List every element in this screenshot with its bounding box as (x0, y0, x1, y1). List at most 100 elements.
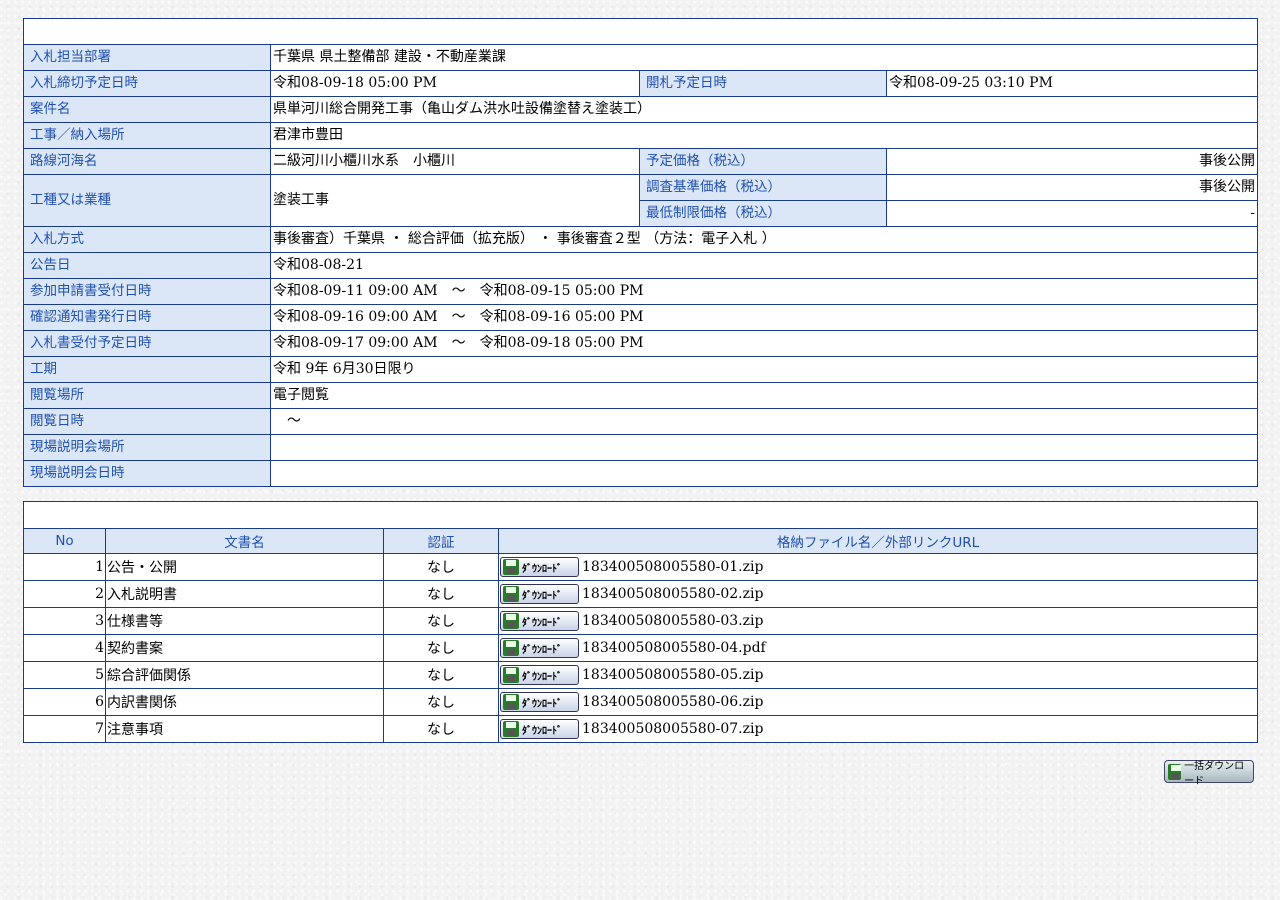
floppy-disk-icon (503, 559, 519, 575)
doc-file-cell: ﾀﾞｳﾝﾛｰﾄﾞ 183400508005580-06.zip (498, 688, 1258, 716)
doc-auth: なし (383, 661, 499, 689)
place-label: 工事／納入場所 (23, 122, 271, 149)
doc-no: 3 (23, 607, 106, 635)
period-label: 工期 (23, 356, 271, 383)
site-date-label: 現場説明会日時 (23, 460, 271, 487)
download-label: ﾀﾞｳﾝﾛｰﾄﾞ (522, 617, 562, 629)
col-header-name: 文書名 (105, 528, 384, 554)
download-button[interactable]: ﾀﾞｳﾝﾛｰﾄﾞ (500, 611, 579, 631)
table-row: 2 入札説明書 なし ﾀﾞｳﾝﾛｰﾄﾞ 183400508005580-02.zip (23, 580, 1258, 608)
download-button[interactable]: ﾀﾞｳﾝﾛｰﾄﾞ (500, 692, 579, 712)
floppy-disk-icon (503, 721, 519, 737)
confirm-value: 令和08-09-16 09:00 AM ～ 令和08-09-16 05:00 P… (269, 304, 1259, 331)
doc-auth: なし (383, 607, 499, 635)
download-label: ﾀﾞｳﾝﾛｰﾄﾞ (522, 563, 562, 575)
doc-name: 公告・公開 (105, 553, 384, 581)
table-row: 1 公告・公開 なし ﾀﾞｳﾝﾛｰﾄﾞ 183400508005580-01.zip (23, 553, 1258, 581)
doc-auth: なし (383, 688, 499, 716)
opening-value: 令和08-09-25 03:10 PM (885, 70, 1259, 97)
documents-table: 説明文書等 No 文書名 認証 格納ファイル名／外部リンクURL 1 公告・公開な… (23, 501, 1258, 743)
notice-label: 公告日 (23, 252, 271, 279)
bulk-download-label: 一括ダウンロード (1184, 760, 1245, 787)
method-value: 事後審査）千葉県 ・ 総合評価（拡充版） ・ 事後審査２型 （方法：電子入札 ） (269, 226, 1259, 253)
doc-file-cell: ﾀﾞｳﾝﾛｰﾄﾞ 183400508005580-02.zip (498, 580, 1258, 608)
apply-value: 令和08-09-11 09:00 AM ～ 令和08-09-15 05:00 P… (269, 278, 1259, 305)
type-value: 塗装工事 (270, 174, 640, 227)
bid-value: 令和08-09-17 09:00 AM ～ 令和08-09-18 05:00 P… (269, 330, 1259, 357)
view-place-label: 閲覧場所 (23, 382, 271, 409)
download-label: ﾀﾞｳﾝﾛｰﾄﾞ (522, 725, 562, 737)
survey-price-label: 調査基準価格（税込） (639, 174, 887, 201)
doc-name: 契約書案 (105, 634, 384, 662)
floppy-disk-icon (503, 694, 519, 710)
place-value: 君津市豊田 (269, 122, 1259, 149)
view-date-value: ～ (269, 408, 1259, 435)
download-button[interactable]: ﾀﾞｳﾝﾛｰﾄﾞ (500, 557, 579, 577)
deadline-label: 入札締切予定日時 (23, 70, 271, 97)
planned-price-label: 予定価格（税込） (639, 148, 887, 175)
file-name: 183400508005580-03.zip (582, 613, 764, 629)
doc-auth: なし (383, 580, 499, 608)
opening-label: 開札予定日時 (639, 70, 887, 97)
download-button[interactable]: ﾀﾞｳﾝﾛｰﾄﾞ (500, 719, 579, 739)
doc-file-cell: ﾀﾞｳﾝﾛｰﾄﾞ 183400508005580-07.zip (498, 715, 1258, 743)
route-value: 二級河川小櫃川水系 小櫃川 (270, 148, 640, 175)
file-name: 183400508005580-01.zip (582, 559, 764, 575)
download-label: ﾀﾞｳﾝﾛｰﾄﾞ (522, 698, 562, 710)
table-row: 7 注意事項 なし ﾀﾞｳﾝﾛｰﾄﾞ 183400508005580-07.zip (23, 715, 1258, 743)
view-place-value: 電子閲覧 (269, 382, 1259, 409)
download-button[interactable]: ﾀﾞｳﾝﾛｰﾄﾞ (500, 665, 579, 685)
doc-no: 4 (23, 634, 106, 662)
min-price-label: 最低制限価格（税込） (639, 200, 887, 227)
project-label: 案件名 (23, 96, 271, 123)
documents-rows: 1 公告・公開 なし ﾀﾞｳﾝﾛｰﾄﾞ 183400508005580-01.zip 2 入… (23, 553, 1258, 743)
col-header-auth: 認証 (383, 528, 499, 554)
doc-no: 2 (23, 580, 106, 608)
doc-name: 内訳書関係 (105, 688, 384, 716)
floppy-disk-icon (503, 586, 519, 602)
bulk-download-button[interactable]: 一括ダウンロード (1164, 760, 1254, 787)
doc-no: 1 (23, 553, 106, 581)
table-row: 3 仕様書等 なし ﾀﾞｳﾝﾛｰﾄﾞ 183400508005580-03.zip (23, 607, 1258, 635)
doc-name: 綜合評価関係 (105, 661, 384, 689)
doc-file-cell: ﾀﾞｳﾝﾛｰﾄﾞ 183400508005580-01.zip (498, 553, 1258, 581)
project-value: 県単河川総合開発工事（亀山ダム洪水吐設備塗替え塗装工） (269, 96, 1259, 123)
download-button[interactable]: ﾀﾞｳﾝﾛｰﾄﾞ (500, 638, 579, 658)
doc-no: 5 (23, 661, 106, 689)
bid-info-table: 令和8年度 千葉県 県土整備部 亀山・片倉ダム管理事務所 入札予定(公告) 入札… (22, 18, 1259, 487)
floppy-disk-icon (503, 613, 519, 629)
notice-value: 令和08-08-21 (269, 252, 1259, 279)
file-name: 183400508005580-04.pdf (582, 640, 766, 656)
table-row: 6 内訳書関係 なし ﾀﾞｳﾝﾛｰﾄﾞ 183400508005580-06.zip (23, 688, 1258, 716)
doc-no: 7 (23, 715, 106, 743)
dept-label: 入札担当部署 (23, 44, 271, 71)
doc-name: 入札説明書 (105, 580, 384, 608)
doc-name: 仕様書等 (105, 607, 384, 635)
site-place-label: 現場説明会場所 (23, 434, 271, 461)
deadline-value: 令和08-09-18 05:00 PM (270, 70, 640, 97)
floppy-disk-icon (1168, 763, 1182, 780)
type-label: 工種又は業種 (23, 174, 271, 227)
survey-price-value: 事後公開 (885, 174, 1259, 201)
method-label: 入札方式 (23, 226, 271, 253)
bid-label: 入札書受付予定日時 (23, 330, 271, 357)
col-header-file: 格納ファイル名／外部リンクURL (498, 528, 1258, 554)
file-name: 183400508005580-07.zip (582, 721, 764, 737)
documents-title: 説明文書等 (23, 501, 1258, 529)
route-label: 路線河海名 (23, 148, 271, 175)
confirm-label: 確認通知書発行日時 (23, 304, 271, 331)
download-label: ﾀﾞｳﾝﾛｰﾄﾞ (522, 590, 562, 602)
min-price-value: - (885, 200, 1259, 227)
col-header-no: No (23, 528, 106, 554)
floppy-disk-icon (503, 640, 519, 656)
doc-no: 6 (23, 688, 106, 716)
doc-file-cell: ﾀﾞｳﾝﾛｰﾄﾞ 183400508005580-03.zip (498, 607, 1258, 635)
download-button[interactable]: ﾀﾞｳﾝﾛｰﾄﾞ (500, 584, 579, 604)
file-name: 183400508005580-05.zip (582, 667, 764, 683)
doc-file-cell: ﾀﾞｳﾝﾛｰﾄﾞ 183400508005580-04.pdf (498, 634, 1258, 662)
download-label: ﾀﾞｳﾝﾛｰﾄﾞ (522, 671, 562, 683)
download-label: ﾀﾞｳﾝﾛｰﾄﾞ (522, 644, 562, 656)
dept-value: 千葉県 県土整備部 建設・不動産業課 (269, 44, 1259, 71)
view-date-label: 閲覧日時 (23, 408, 271, 435)
doc-auth: なし (383, 553, 499, 581)
